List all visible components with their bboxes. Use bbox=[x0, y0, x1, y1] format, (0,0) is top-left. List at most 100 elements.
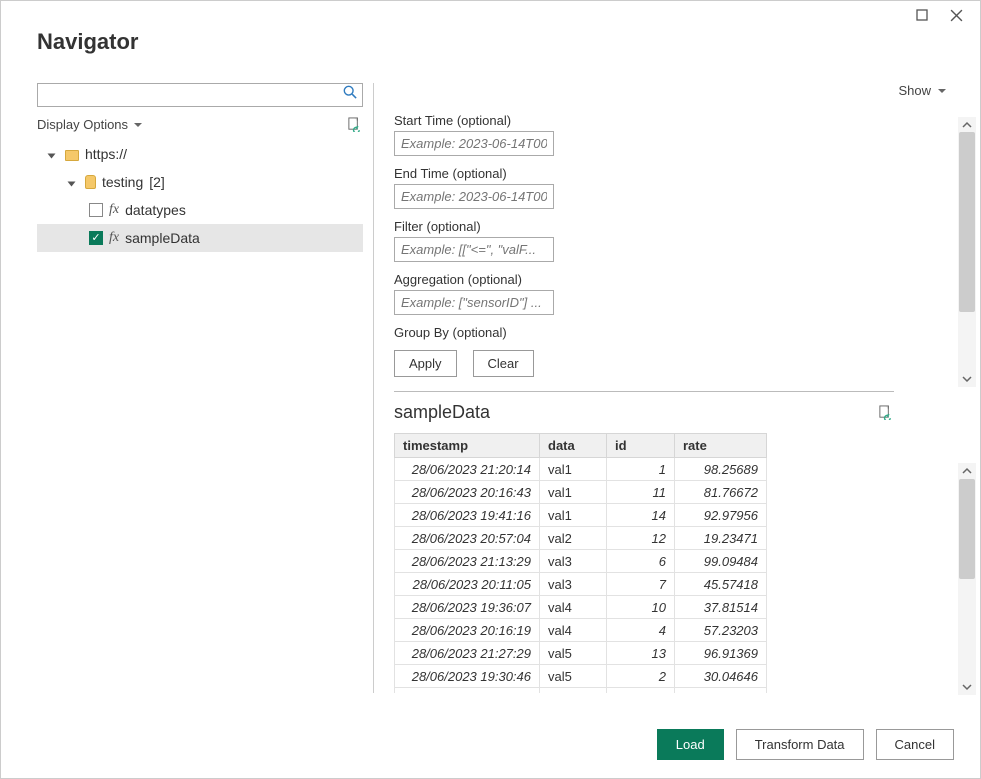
transform-data-button[interactable]: Transform Data bbox=[736, 729, 864, 760]
end-time-input[interactable] bbox=[394, 184, 554, 209]
preview-title: sampleData bbox=[394, 402, 490, 423]
scroll-down-icon[interactable] bbox=[962, 679, 972, 695]
cell-rate: 99.09484 bbox=[675, 550, 767, 573]
cell-rate: 98.25689 bbox=[675, 458, 767, 481]
folder-icon bbox=[65, 150, 79, 161]
tree-root-label: https:// bbox=[85, 146, 127, 162]
col-data[interactable]: data bbox=[540, 434, 607, 458]
search-icon[interactable] bbox=[341, 85, 359, 102]
cell-rate: 37.81514 bbox=[675, 596, 767, 619]
cell-data: val1 bbox=[540, 504, 607, 527]
table-row[interactable]: 28/06/2023 19:36:07val41037.81514 bbox=[395, 596, 767, 619]
database-icon bbox=[85, 175, 96, 189]
cell-rate: 96.91369 bbox=[675, 642, 767, 665]
table-row[interactable]: 28/06/2023 19:48:47val5330.01583 bbox=[395, 688, 767, 694]
cell-data: val3 bbox=[540, 573, 607, 596]
cell-data: val3 bbox=[540, 550, 607, 573]
table-row[interactable]: 28/06/2023 20:11:05val3745.57418 bbox=[395, 573, 767, 596]
table-row[interactable]: 28/06/2023 21:20:14val1198.25689 bbox=[395, 458, 767, 481]
col-id[interactable]: id bbox=[607, 434, 675, 458]
tree-node-count: [2] bbox=[149, 174, 165, 190]
display-options-button[interactable]: Display Options bbox=[37, 117, 142, 132]
tree-item-sampledata[interactable]: ✓ fx sampleData bbox=[37, 224, 363, 252]
table-row[interactable]: 28/06/2023 20:16:19val4457.23203 bbox=[395, 619, 767, 642]
cell-id: 7 bbox=[607, 573, 675, 596]
checkbox-checked-icon[interactable]: ✓ bbox=[89, 231, 103, 245]
cell-id: 11 bbox=[607, 481, 675, 504]
start-time-input[interactable] bbox=[394, 131, 554, 156]
cell-data: val1 bbox=[540, 458, 607, 481]
cell-timestamp: 28/06/2023 21:13:29 bbox=[395, 550, 540, 573]
cell-data: val2 bbox=[540, 527, 607, 550]
cell-rate: 30.01583 bbox=[675, 688, 767, 694]
cell-rate: 92.97956 bbox=[675, 504, 767, 527]
display-options-label: Display Options bbox=[37, 117, 128, 132]
apply-button[interactable]: Apply bbox=[394, 350, 457, 377]
cell-rate: 45.57418 bbox=[675, 573, 767, 596]
scroll-down-icon[interactable] bbox=[962, 371, 972, 387]
table-row[interactable]: 28/06/2023 21:27:29val51396.91369 bbox=[395, 642, 767, 665]
cell-timestamp: 28/06/2023 19:41:16 bbox=[395, 504, 540, 527]
cell-timestamp: 28/06/2023 21:20:14 bbox=[395, 458, 540, 481]
scroll-up-icon[interactable] bbox=[962, 117, 972, 133]
tree-item-label: datatypes bbox=[125, 202, 186, 218]
table-row[interactable]: 28/06/2023 19:41:16val11492.97956 bbox=[395, 504, 767, 527]
cell-rate: 57.23203 bbox=[675, 619, 767, 642]
filter-input[interactable] bbox=[394, 237, 554, 262]
cell-timestamp: 28/06/2023 20:57:04 bbox=[395, 527, 540, 550]
cell-id: 3 bbox=[607, 688, 675, 694]
show-button[interactable]: Show bbox=[898, 83, 946, 98]
params-scrollbar[interactable] bbox=[958, 117, 976, 387]
cell-id: 1 bbox=[607, 458, 675, 481]
scroll-thumb[interactable] bbox=[959, 132, 975, 312]
refresh-icon[interactable] bbox=[878, 405, 894, 420]
cell-data: val5 bbox=[540, 642, 607, 665]
clear-button[interactable]: Clear bbox=[473, 350, 534, 377]
cancel-button[interactable]: Cancel bbox=[876, 729, 954, 760]
cell-data: val4 bbox=[540, 596, 607, 619]
cell-timestamp: 28/06/2023 20:16:19 bbox=[395, 619, 540, 642]
divider bbox=[394, 391, 894, 392]
table-row[interactable]: 28/06/2023 20:57:04val21219.23471 bbox=[395, 527, 767, 550]
cell-timestamp: 28/06/2023 19:48:47 bbox=[395, 688, 540, 694]
tree-root[interactable]: https:// bbox=[37, 140, 363, 168]
cell-timestamp: 28/06/2023 20:16:43 bbox=[395, 481, 540, 504]
refresh-icon[interactable] bbox=[347, 117, 363, 132]
cell-id: 13 bbox=[607, 642, 675, 665]
cell-rate: 19.23471 bbox=[675, 527, 767, 550]
cell-timestamp: 28/06/2023 21:27:29 bbox=[395, 642, 540, 665]
cell-id: 10 bbox=[607, 596, 675, 619]
fx-icon: fx bbox=[109, 202, 119, 218]
tree-item-label: sampleData bbox=[125, 230, 200, 246]
tree-node-testing[interactable]: testing [2] bbox=[37, 168, 363, 196]
table-row[interactable]: 28/06/2023 19:30:46val5230.04646 bbox=[395, 665, 767, 688]
chevron-down-icon bbox=[132, 117, 142, 132]
end-time-label: End Time (optional) bbox=[394, 166, 894, 181]
caret-down-icon bbox=[49, 149, 59, 159]
load-button[interactable]: Load bbox=[657, 729, 724, 760]
cell-data: val1 bbox=[540, 481, 607, 504]
table-row[interactable]: 28/06/2023 21:13:29val3699.09484 bbox=[395, 550, 767, 573]
scroll-up-icon[interactable] bbox=[962, 463, 972, 479]
aggregation-label: Aggregation (optional) bbox=[394, 272, 894, 287]
col-timestamp[interactable]: timestamp bbox=[395, 434, 540, 458]
chevron-down-icon bbox=[936, 83, 946, 98]
maximize-icon[interactable] bbox=[914, 7, 930, 23]
tree-item-datatypes[interactable]: fx datatypes bbox=[37, 196, 363, 224]
fx-icon: fx bbox=[109, 230, 119, 246]
close-icon[interactable] bbox=[948, 7, 964, 23]
scroll-thumb[interactable] bbox=[959, 479, 975, 579]
preview-table: timestamp data id rate 28/06/2023 21:20:… bbox=[394, 433, 767, 693]
aggregation-input[interactable] bbox=[394, 290, 554, 315]
col-rate[interactable]: rate bbox=[675, 434, 767, 458]
table-row[interactable]: 28/06/2023 20:16:43val11181.76672 bbox=[395, 481, 767, 504]
cell-rate: 30.04646 bbox=[675, 665, 767, 688]
search-input[interactable] bbox=[37, 83, 363, 107]
table-scrollbar[interactable] bbox=[958, 463, 976, 695]
start-time-label: Start Time (optional) bbox=[394, 113, 894, 128]
cell-timestamp: 28/06/2023 19:36:07 bbox=[395, 596, 540, 619]
cell-data: val4 bbox=[540, 619, 607, 642]
cell-data: val5 bbox=[540, 688, 607, 694]
checkbox-unchecked-icon[interactable] bbox=[89, 203, 103, 217]
cell-data: val5 bbox=[540, 665, 607, 688]
